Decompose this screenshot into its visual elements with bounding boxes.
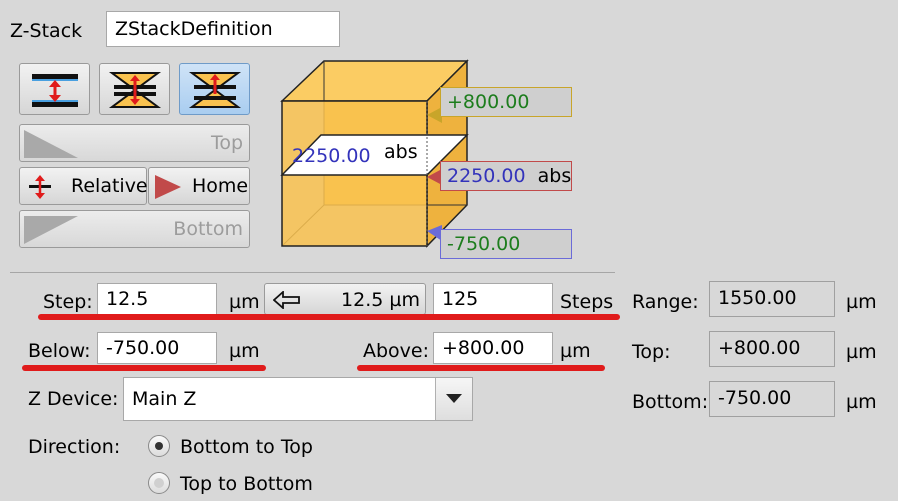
bottom-label: Bottom:	[632, 391, 709, 413]
below-label: Below:	[28, 340, 91, 362]
direction-label: Direction:	[28, 436, 121, 458]
relative-label: Relative	[71, 175, 148, 197]
set-top-label: Top	[210, 132, 243, 154]
z-device-label: Z Device:	[28, 388, 119, 410]
steps-input[interactable]: 125	[433, 283, 553, 315]
bottom-value: -750.00	[709, 381, 835, 417]
top-label: Top:	[632, 341, 671, 363]
radio-bottom-to-top-label[interactable]: Bottom to Top	[180, 436, 313, 458]
radio-top-to-bottom[interactable]	[148, 472, 170, 494]
set-top-button[interactable]: Top	[19, 124, 250, 162]
mode-relative-button[interactable]	[19, 63, 90, 115]
chevron-down-icon	[446, 394, 462, 403]
z-device-select[interactable]: Main Z	[123, 377, 473, 421]
radio-dot	[154, 478, 164, 488]
step-arrow-button[interactable]: 12.5 µm	[264, 283, 426, 315]
bottom-unit: µm	[846, 391, 877, 413]
current-value: 2250.00	[447, 165, 526, 187]
set-bottom-label: Bottom	[173, 218, 243, 240]
above-highlight-line	[357, 365, 605, 371]
range-label: Range:	[632, 291, 699, 313]
range-unit: µm	[846, 291, 877, 313]
current-unit: abs	[537, 165, 572, 187]
above-unit: µm	[560, 340, 591, 362]
z-device-dropdown-button[interactable]	[435, 378, 472, 420]
bottom-value-callout: -750.00	[440, 229, 572, 259]
steps-label: Steps	[560, 291, 614, 313]
play-icon	[24, 216, 78, 244]
top-unit: µm	[846, 341, 877, 363]
step-highlight-line	[38, 314, 620, 320]
radio-bottom-to-top[interactable]	[148, 435, 170, 457]
home-button[interactable]: Home	[148, 167, 250, 205]
plane-value: 2250.00	[292, 145, 371, 167]
step-arrow-value: 12.5 µm	[341, 289, 420, 311]
zstack-label: Z-Stack	[10, 20, 83, 42]
top-value-callout: +800.00	[440, 87, 572, 117]
separator	[10, 272, 615, 273]
below-input[interactable]: -750.00	[97, 332, 217, 364]
mode-absolute-button[interactable]	[179, 63, 250, 115]
top-value: +800.00	[709, 331, 835, 367]
zstack-name-input[interactable]: ZStackDefinition	[106, 11, 340, 47]
relative-range-icon	[32, 74, 78, 107]
play-icon	[24, 130, 78, 158]
above-input[interactable]: +800.00	[433, 332, 553, 364]
home-label: Home	[192, 175, 249, 197]
step-input[interactable]: 12.5	[97, 283, 217, 315]
left-arrow-icon	[273, 291, 300, 309]
relative-button[interactable]: Relative	[19, 167, 148, 205]
below-highlight-line	[22, 365, 266, 371]
current-value-callout: 2250.00 abs	[440, 161, 572, 191]
center-range-icon	[108, 72, 162, 108]
step-unit: µm	[229, 291, 260, 313]
below-unit: µm	[229, 340, 260, 362]
set-bottom-button[interactable]: Bottom	[19, 210, 250, 248]
radio-top-to-bottom-label[interactable]: Top to Bottom	[180, 473, 313, 495]
absolute-range-icon	[188, 72, 242, 108]
above-label: Above:	[363, 340, 430, 362]
plane-unit: abs	[384, 141, 418, 163]
step-label: Step:	[43, 291, 93, 313]
z-device-value: Main Z	[132, 388, 197, 410]
relative-icon	[29, 175, 51, 199]
mode-center-button[interactable]	[99, 63, 170, 115]
range-value: 1550.00	[709, 281, 835, 317]
radio-dot	[155, 442, 163, 450]
home-arrow-icon	[155, 175, 181, 199]
